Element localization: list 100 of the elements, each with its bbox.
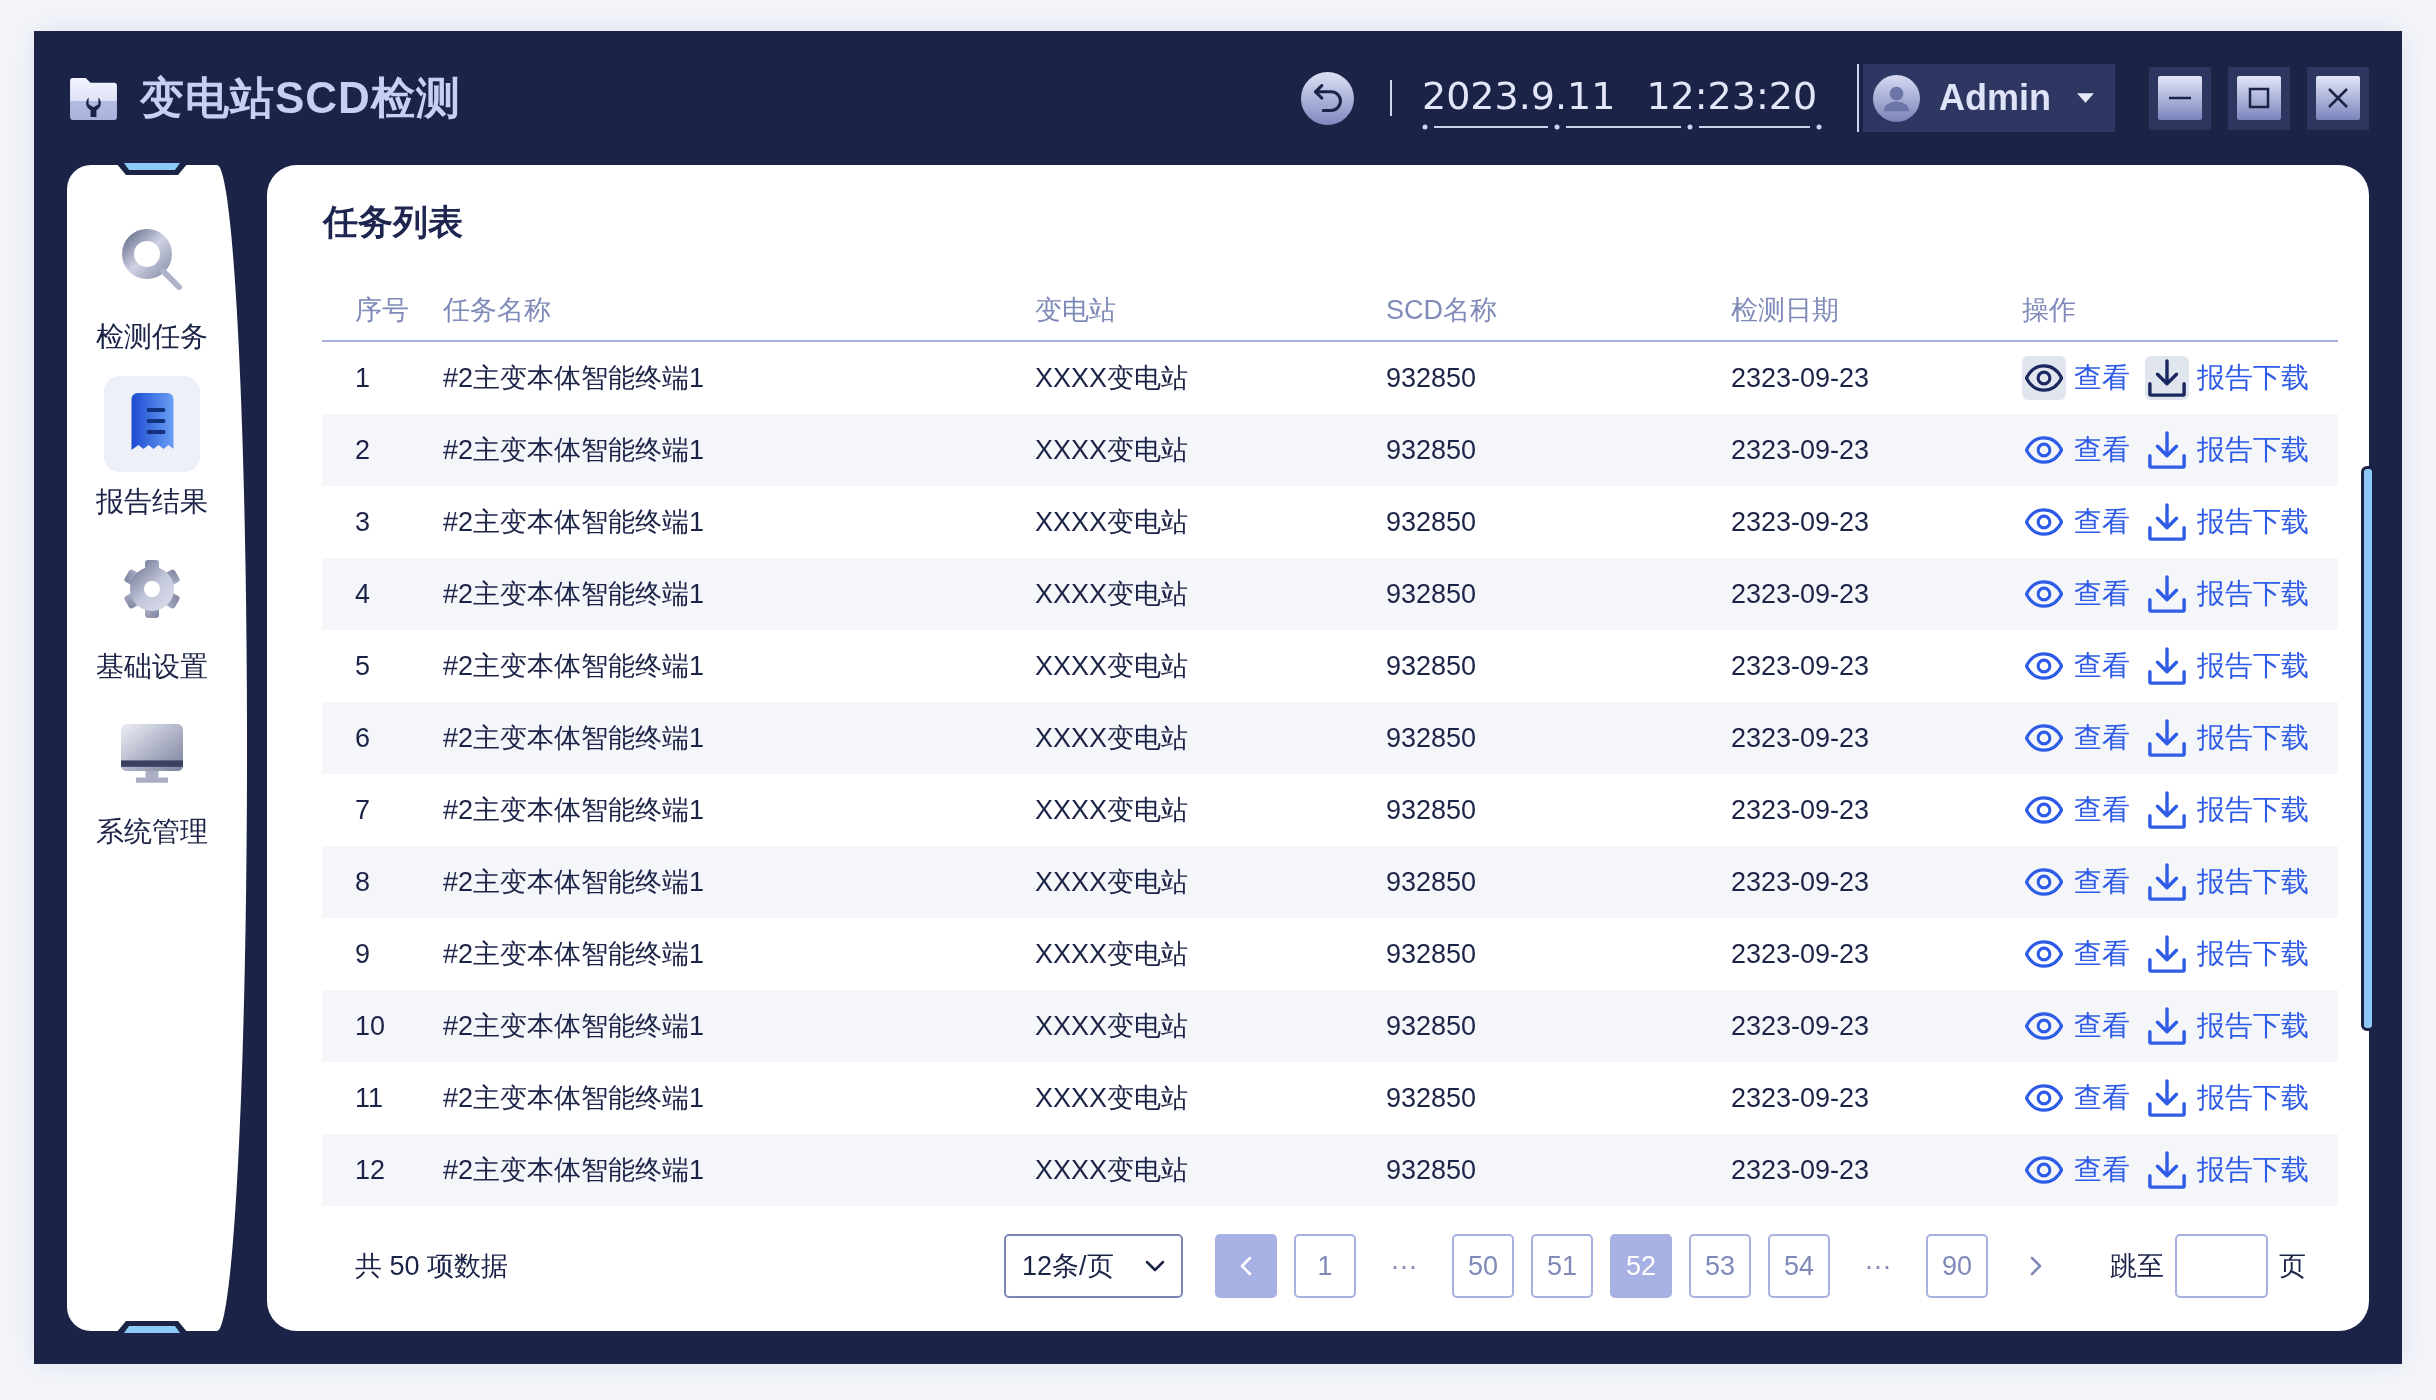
download-link[interactable]: 报告下载 xyxy=(2145,356,2309,400)
record-count: 共 50 项数据 xyxy=(355,1250,509,1283)
search-icon xyxy=(121,228,183,290)
download-link[interactable]: 报告下载 xyxy=(2145,428,2309,472)
view-link[interactable]: 查看 xyxy=(2022,1148,2130,1192)
more-pages-button[interactable]: ··· xyxy=(1847,1234,1909,1298)
user-menu[interactable]: Admin xyxy=(1863,64,2115,132)
view-link[interactable]: 查看 xyxy=(2022,716,2130,760)
jump-label: 跳至 xyxy=(2110,1250,2164,1283)
download-link[interactable]: 报告下载 xyxy=(2145,572,2309,616)
table-cell-text: 2 xyxy=(354,434,372,466)
table-cell-text: 2323-09-23 xyxy=(1731,434,1871,466)
table-cell-text: 11 xyxy=(354,1082,385,1114)
minimize-button[interactable] xyxy=(2149,66,2211,130)
download-link[interactable]: 报告下载 xyxy=(2145,1076,2309,1120)
table-cell-text: 932850 xyxy=(1386,794,1478,826)
table-cell-text: 5 xyxy=(354,650,372,682)
download-link[interactable]: 报告下载 xyxy=(2145,932,2309,976)
table-cell-text: 932850 xyxy=(1386,650,1478,682)
view-link[interactable]: 查看 xyxy=(2022,860,2130,904)
table-cell-text: #2主变本体智能终端1 xyxy=(443,1082,706,1115)
download-link[interactable]: 报告下载 xyxy=(2145,1004,2309,1048)
view-link[interactable]: 查看 xyxy=(2022,1076,2130,1120)
page-button[interactable]: 53 xyxy=(1689,1234,1751,1298)
chevron-right-icon xyxy=(2030,1256,2042,1276)
table-cell-text: 932850 xyxy=(1386,362,1478,394)
download-link[interactable]: 报告下载 xyxy=(2145,716,2309,760)
maximize-icon xyxy=(2237,76,2281,120)
back-button[interactable] xyxy=(1301,71,1354,125)
table-cell-text: #2主变本体智能终端1 xyxy=(443,362,706,395)
minimize-icon xyxy=(2158,76,2202,120)
table-cell-text: #2主变本体智能终端1 xyxy=(443,578,706,611)
table-cell-text: #2主变本体智能终端1 xyxy=(443,794,706,827)
table-cell-text: XXXX变电站 xyxy=(1035,362,1190,395)
view-link[interactable]: 查看 xyxy=(2022,356,2130,400)
page-button[interactable]: 51 xyxy=(1531,1234,1593,1298)
table-cell-text: 932850 xyxy=(1386,938,1478,970)
table-cell-text: 3 xyxy=(354,506,372,538)
download-link[interactable]: 报告下载 xyxy=(2145,860,2309,904)
chevron-left-icon xyxy=(1240,1256,1252,1276)
column-header: 操作 xyxy=(2022,294,2077,327)
table-cell-text: 932850 xyxy=(1386,722,1478,754)
table-cell-text: #2主变本体智能终端1 xyxy=(443,938,706,971)
table-cell-text: 2323-09-23 xyxy=(1731,362,1871,394)
avatar-icon xyxy=(1873,74,1920,122)
table-cell-text: 2323-09-23 xyxy=(1731,938,1871,970)
table-cell-text: 932850 xyxy=(1386,578,1478,610)
view-link[interactable]: 查看 xyxy=(2022,1004,2130,1048)
table-cell-text: 6 xyxy=(354,722,372,754)
table-cell-text: 9 xyxy=(354,938,372,970)
download-link[interactable]: 报告下载 xyxy=(2145,1148,2309,1192)
table-cell-text: 7 xyxy=(354,794,372,826)
page-input-field[interactable] xyxy=(2175,1234,2268,1298)
maximize-button[interactable] xyxy=(2228,66,2290,130)
column-header: 序号 xyxy=(354,294,410,327)
close-button[interactable] xyxy=(2307,66,2369,130)
page-button[interactable]: 90 xyxy=(1926,1234,1988,1298)
date-text: 2023.9.11 xyxy=(1422,74,1616,118)
page-button[interactable]: 54 xyxy=(1768,1234,1830,1298)
notch-accent xyxy=(116,1320,188,1334)
page-suffix: 页 xyxy=(2279,1250,2306,1283)
table-cell-text: #2主变本体智能终端1 xyxy=(443,1010,706,1043)
view-link[interactable]: 查看 xyxy=(2022,932,2130,976)
download-link[interactable]: 报告下载 xyxy=(2145,788,2309,832)
nav-item[interactable]: 系统管理 xyxy=(96,706,208,852)
nav-item[interactable]: 基础设置 xyxy=(96,541,208,687)
table-cell-text: XXXX变电站 xyxy=(1035,1082,1190,1115)
table-cell-text: XXXX变电站 xyxy=(1035,506,1190,539)
close-icon xyxy=(2316,76,2360,120)
view-link[interactable]: 查看 xyxy=(2022,572,2130,616)
table-cell-text: XXXX变电站 xyxy=(1035,1154,1190,1187)
table-cell-text: 1 xyxy=(354,362,372,394)
download-link[interactable]: 报告下载 xyxy=(2145,500,2309,544)
table-cell-text: 10 xyxy=(354,1010,387,1042)
table-cell-text: XXXX变电站 xyxy=(1035,794,1190,827)
table-cell-text: 932850 xyxy=(1386,434,1478,466)
view-link[interactable]: 查看 xyxy=(2022,428,2130,472)
gear-icon xyxy=(121,558,183,620)
return-icon xyxy=(1313,84,1342,112)
page-size-select[interactable]: 12条/页 xyxy=(1004,1234,1183,1298)
view-link[interactable]: 查看 xyxy=(2022,788,2130,832)
notch-accent xyxy=(116,162,188,176)
table-cell-text: #2主变本体智能终端1 xyxy=(443,506,706,539)
table-cell-text: 2323-09-23 xyxy=(1731,1010,1871,1042)
nav-item[interactable]: 报告结果 xyxy=(96,376,208,522)
table-cell-text: #2主变本体智能终端1 xyxy=(443,434,706,467)
table-cell-text: 2323-09-23 xyxy=(1731,650,1871,682)
download-link[interactable]: 报告下载 xyxy=(2145,644,2309,688)
table-cell-text: #2主变本体智能终端1 xyxy=(443,722,706,755)
nav-item[interactable]: 检测任务 xyxy=(96,211,208,357)
page-button[interactable]: 50 xyxy=(1452,1234,1514,1298)
column-header: 变电站 xyxy=(1035,294,1117,327)
more-pages-button[interactable]: ··· xyxy=(1373,1234,1435,1298)
page-button[interactable]: 1 xyxy=(1294,1234,1356,1298)
chevron-down-icon xyxy=(1145,1260,1165,1272)
view-link[interactable]: 查看 xyxy=(2022,644,2130,688)
table-cell-text: 4 xyxy=(354,578,372,610)
folder-icon xyxy=(70,76,117,120)
view-link[interactable]: 查看 xyxy=(2022,500,2130,544)
table-cell-text: XXXX变电站 xyxy=(1035,650,1190,683)
